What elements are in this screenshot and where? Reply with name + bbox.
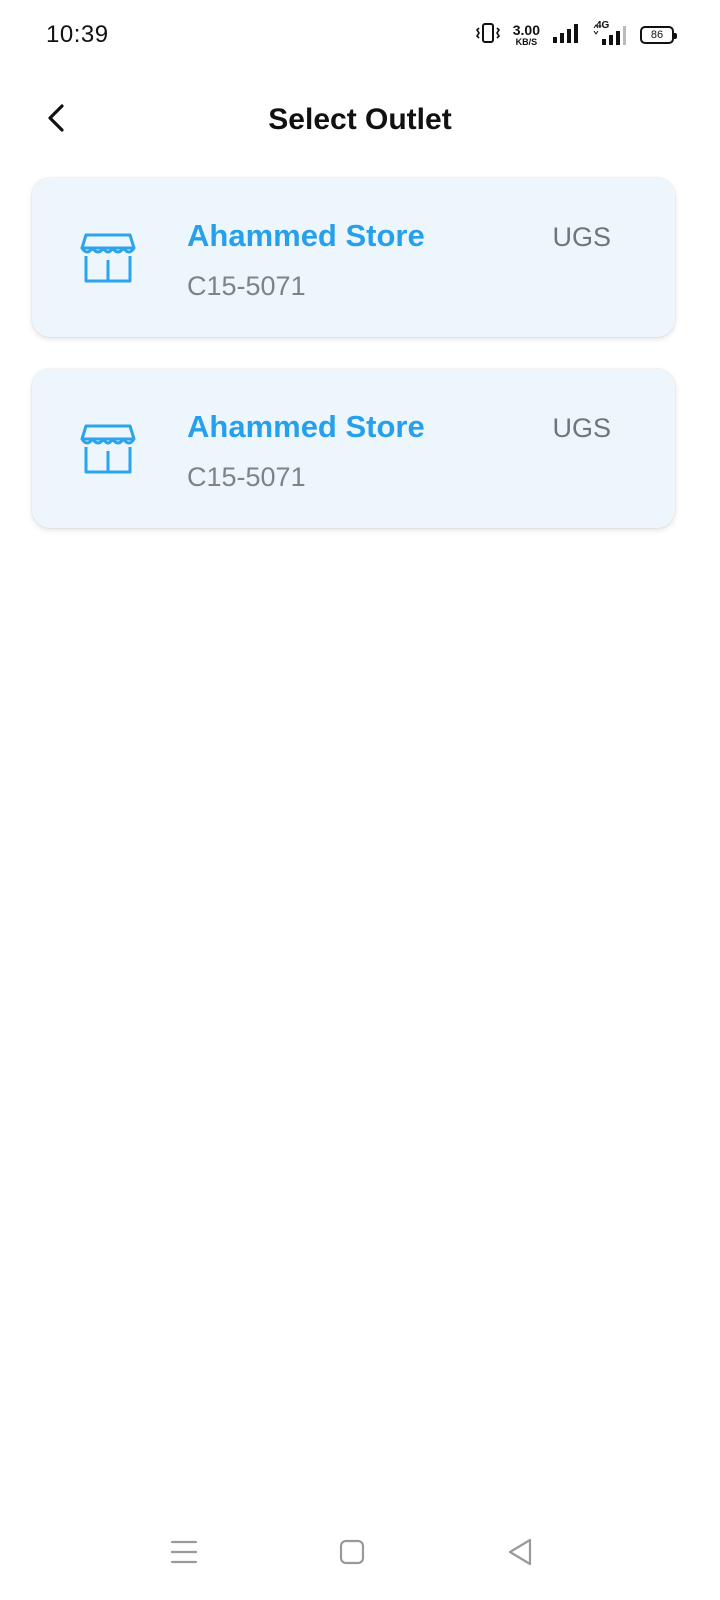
back-triangle-icon	[506, 1537, 534, 1572]
status-icons: 3.00 KB/S 4G 86	[475, 20, 677, 49]
screen: 10:39 3.00 KB/S 4G 86 Select Outlet Aham…	[0, 0, 720, 1600]
menu-icon	[170, 1539, 198, 1570]
net-speed-value: 3.00	[512, 22, 540, 38]
outlet-type: UGS	[552, 222, 611, 252]
battery-level: 86	[650, 29, 664, 41]
signal-icon	[552, 23, 580, 48]
store-icon	[78, 232, 138, 284]
net-speed: 3.00 KB/S	[513, 23, 540, 47]
back-button[interactable]	[30, 94, 82, 146]
home-icon	[339, 1539, 365, 1570]
header: Select Outlet	[0, 80, 720, 160]
nav-back-button[interactable]	[496, 1530, 544, 1578]
chevron-left-icon	[44, 102, 68, 139]
outlet-card[interactable]: Ahammed Store C15-5071 UGS	[32, 178, 675, 337]
status-time: 10:39	[46, 21, 109, 48]
nav-home-button[interactable]	[328, 1530, 376, 1578]
outlet-code: C15-5071	[187, 271, 306, 301]
signal-4g-icon: 4G	[592, 20, 628, 46]
outlet-card[interactable]: Ahammed Store C15-5071 UGS	[32, 369, 675, 528]
net-speed-unit: KB/S	[515, 37, 538, 47]
system-nav-bar	[0, 1508, 720, 1600]
store-icon	[78, 423, 138, 475]
network-type-label: 4G	[596, 20, 610, 31]
outlet-name: Ahammed Store	[187, 409, 425, 444]
outlet-code: C15-5071	[187, 462, 306, 492]
battery-icon: 86	[640, 26, 677, 44]
outlet-type: UGS	[552, 413, 611, 443]
status-bar: 10:39 3.00 KB/S 4G 86	[0, 0, 720, 70]
page-title: Select Outlet	[268, 103, 452, 136]
outlet-list: Ahammed Store C15-5071 UGS Ahammed Store…	[32, 178, 675, 528]
outlet-name: Ahammed Store	[187, 218, 425, 253]
nav-menu-button[interactable]	[160, 1530, 208, 1578]
vibrate-icon	[475, 22, 501, 49]
